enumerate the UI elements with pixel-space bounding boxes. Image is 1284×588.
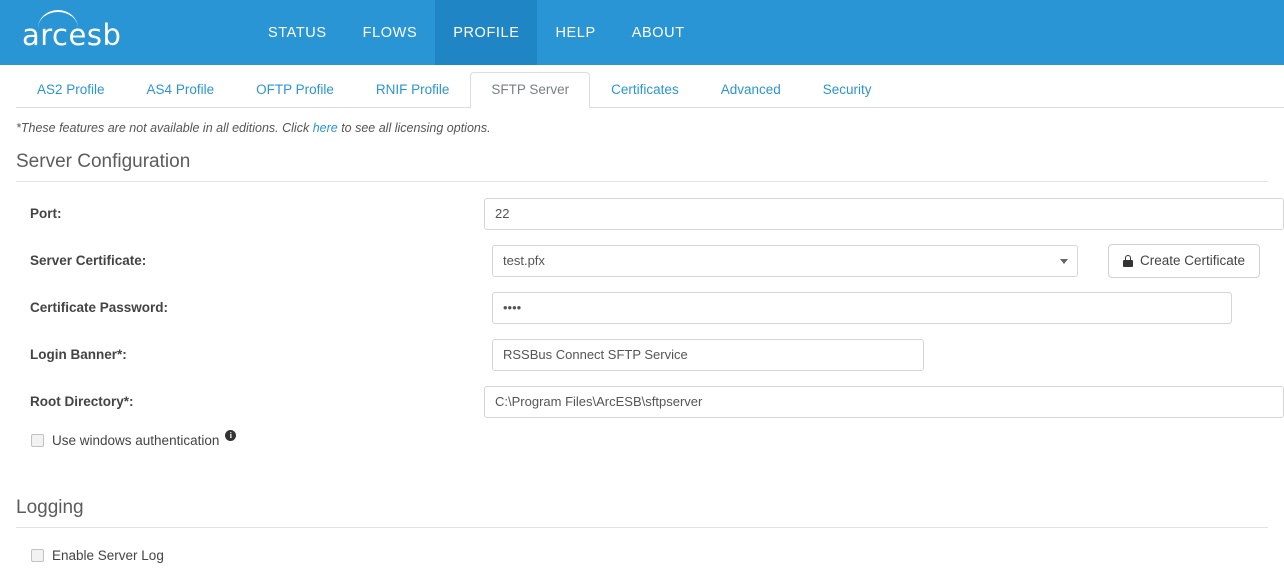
tab-advanced[interactable]: Advanced	[700, 72, 802, 108]
form-row-root-directory: Root Directory*:	[0, 378, 1284, 425]
port-label: Port:	[30, 206, 62, 221]
main-nav: STATUS FLOWS PROFILE HELP ABOUT	[250, 0, 703, 65]
login-banner-input[interactable]	[492, 338, 924, 371]
content-area: *These features are not available in all…	[0, 121, 1284, 570]
licensing-options-link[interactable]: here	[313, 121, 338, 135]
server-certificate-select-wrap	[492, 244, 1078, 277]
licensing-note: *These features are not available in all…	[16, 121, 1284, 135]
row-use-windows-authentication: Use windows authentication i	[0, 425, 1284, 455]
port-field-cell	[484, 190, 1284, 237]
licensing-note-prefix: *These features are not available in all…	[16, 121, 313, 135]
logging-form: Enable Server Log	[0, 540, 1284, 570]
login-banner-label: Login Banner*:	[30, 347, 127, 362]
login-banner-field-cell	[492, 331, 1284, 378]
row-enable-server-log: Enable Server Log	[0, 540, 1284, 570]
tab-strip-container: AS2 Profile AS4 Profile OFTP Profile RNI…	[0, 65, 1284, 109]
licensing-note-suffix: to see all licensing options.	[337, 121, 491, 135]
create-certificate-button[interactable]: Create Certificate	[1108, 243, 1261, 278]
use-windows-authentication-label: Use windows authentication	[52, 432, 220, 448]
server-configuration-form: Port: Server Certificate: Create Certifi…	[0, 190, 1284, 455]
tab-sftp-server[interactable]: SFTP Server	[470, 71, 591, 108]
server-certificate-field-cell: Create Certificate	[492, 237, 1284, 284]
tab-as2-profile[interactable]: AS2 Profile	[16, 72, 126, 108]
tab-oftp-profile[interactable]: OFTP Profile	[235, 72, 355, 108]
profile-tabs: AS2 Profile AS4 Profile OFTP Profile RNI…	[16, 65, 1284, 108]
certificate-password-field-cell	[492, 284, 1284, 331]
logging-heading: Logging	[16, 497, 1268, 528]
use-windows-authentication-checkbox[interactable]	[31, 433, 44, 447]
lock-icon	[1123, 254, 1133, 267]
port-input[interactable]	[484, 197, 1284, 230]
create-certificate-button-label: Create Certificate	[1140, 253, 1246, 268]
form-row-server-certificate: Server Certificate: Create Certificate	[0, 237, 1284, 284]
top-navigation-bar: arcesb STATUS FLOWS PROFILE HELP ABOUT	[0, 0, 1284, 65]
brand-logo-area[interactable]: arcesb	[0, 0, 250, 65]
nav-item-flows[interactable]: FLOWS	[345, 0, 436, 65]
info-icon[interactable]: i	[225, 429, 237, 441]
root-directory-field-cell	[484, 378, 1284, 425]
root-directory-label: Root Directory*:	[30, 394, 134, 409]
form-row-port: Port:	[0, 190, 1284, 237]
enable-server-log-checkbox[interactable]	[31, 548, 44, 562]
root-directory-input[interactable]	[484, 385, 1284, 418]
form-row-certificate-password: Certificate Password:	[0, 284, 1284, 331]
tab-rnif-profile[interactable]: RNIF Profile	[355, 72, 471, 108]
tab-certificates[interactable]: Certificates	[590, 72, 700, 108]
nav-item-about[interactable]: ABOUT	[614, 0, 703, 65]
nav-item-help[interactable]: HELP	[537, 0, 613, 65]
server-certificate-label: Server Certificate:	[30, 253, 147, 268]
nav-item-status[interactable]: STATUS	[250, 0, 345, 65]
certificate-password-label: Certificate Password:	[30, 300, 169, 315]
tab-as4-profile[interactable]: AS4 Profile	[126, 72, 236, 108]
server-certificate-select[interactable]	[492, 244, 1078, 277]
certificate-password-input[interactable]	[492, 291, 1232, 324]
arc-swoosh-icon	[38, 10, 78, 28]
form-row-login-banner: Login Banner*:	[0, 331, 1284, 378]
nav-item-profile[interactable]: PROFILE	[435, 0, 538, 65]
enable-server-log-label: Enable Server Log	[52, 547, 164, 563]
brand-logo[interactable]: arcesb	[22, 10, 121, 50]
server-configuration-heading: Server Configuration	[16, 151, 1268, 182]
tab-security[interactable]: Security	[802, 72, 893, 108]
